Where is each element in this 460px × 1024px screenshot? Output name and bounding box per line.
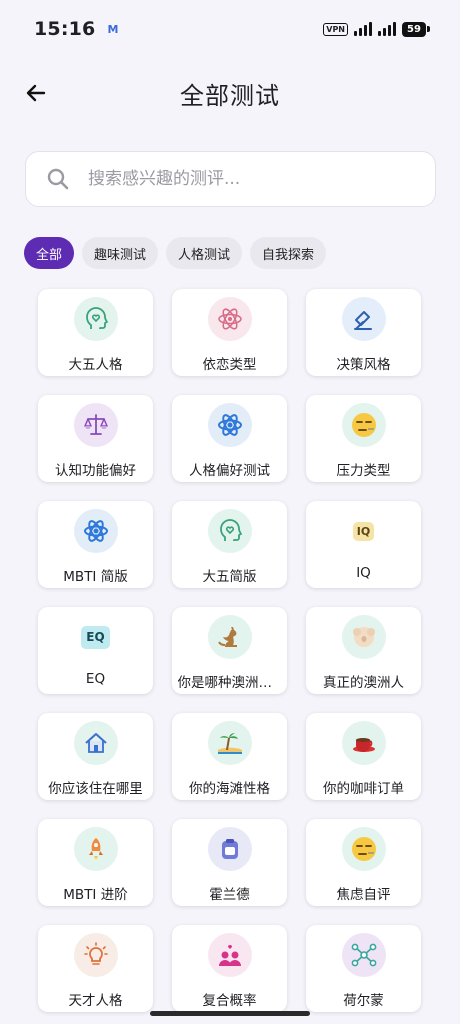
tab-self-exploration[interactable]: 自我探索 xyxy=(250,237,327,269)
test-label: 你的咖啡订单 xyxy=(323,781,404,797)
test-card[interactable]: 天才人格 xyxy=(38,925,153,1012)
test-card[interactable]: 你的咖啡订单 xyxy=(306,713,421,800)
koala-icon xyxy=(341,615,386,659)
test-card[interactable]: 决策风格 xyxy=(306,289,421,376)
test-label: 荷尔蒙 xyxy=(343,993,384,1009)
test-label: MBTI 简版 xyxy=(63,569,128,585)
test-card[interactable]: 焦虑自评 xyxy=(306,819,421,906)
home-indicator[interactable] xyxy=(150,1011,310,1016)
test-card[interactable]: 你的海滩性格 xyxy=(172,713,287,800)
couple-icon xyxy=(207,933,252,977)
test-card[interactable]: 荷尔蒙 xyxy=(306,925,421,1012)
search-input[interactable] xyxy=(88,169,435,189)
category-tabs: 全部 趣味测试 人格测试 自我探索 xyxy=(24,237,327,269)
test-label: 你应该住在哪里 xyxy=(48,781,143,797)
test-label: 霍兰德 xyxy=(209,887,250,903)
kangaroo-icon xyxy=(207,615,252,659)
search-icon xyxy=(47,168,69,190)
battery-icon: 59 xyxy=(402,21,430,37)
test-label: 你的海滩性格 xyxy=(189,781,270,797)
test-label: 认知功能偏好 xyxy=(55,463,136,479)
atom-blue-icon xyxy=(207,403,252,447)
header: 全部测试 xyxy=(0,66,460,120)
stressed-face-icon xyxy=(341,827,386,871)
house-icon xyxy=(73,721,118,765)
test-label: 大五人格 xyxy=(68,357,123,373)
test-label: 真正的澳洲人 xyxy=(323,675,404,691)
test-card[interactable]: EQ EQ xyxy=(38,607,153,694)
tab-personality-tests[interactable]: 人格测试 xyxy=(166,237,243,269)
tab-fun-tests[interactable]: 趣味测试 xyxy=(82,237,159,269)
test-card[interactable]: 人格偏好测试 xyxy=(172,395,287,482)
status-time: 15:16 xyxy=(34,18,96,40)
rocket-icon xyxy=(73,827,118,871)
tab-all[interactable]: 全部 xyxy=(24,237,75,269)
test-card[interactable]: 你是哪种澳洲动物 xyxy=(172,607,287,694)
scales-icon xyxy=(73,403,118,447)
head-heart-icon xyxy=(73,297,118,341)
test-card[interactable]: 大五人格 xyxy=(38,289,153,376)
test-label: 决策风格 xyxy=(336,357,391,373)
notification-icon: M xyxy=(107,22,119,36)
iq-icon-text: IQ xyxy=(352,521,375,541)
test-label: 复合概率 xyxy=(202,993,257,1009)
head-heart-icon xyxy=(207,509,252,553)
lightbulb-icon xyxy=(73,933,118,977)
test-card[interactable]: IQ IQ xyxy=(306,501,421,588)
signal-icon xyxy=(354,22,372,36)
test-grid: 大五人格 依恋类型 决策风格 认知功能偏好 人格偏好测试 压力类型 MBTI 简… xyxy=(38,289,423,1012)
test-card[interactable]: MBTI 简版 xyxy=(38,501,153,588)
beach-icon xyxy=(207,721,252,765)
test-card[interactable]: 依恋类型 xyxy=(172,289,287,376)
test-card[interactable]: 压力类型 xyxy=(306,395,421,482)
clipboard-icon xyxy=(207,827,252,871)
test-label: 焦虑自评 xyxy=(336,887,391,903)
molecule-icon xyxy=(341,933,386,977)
test-card[interactable]: 认知功能偏好 xyxy=(38,395,153,482)
iq-text-icon: IQ xyxy=(341,509,386,553)
atom-icon xyxy=(207,297,252,341)
eq-text-icon: EQ xyxy=(73,615,118,659)
test-label: 天才人格 xyxy=(68,993,123,1009)
status-bar: 15:16 M VPN 59 xyxy=(0,0,460,58)
test-label: 大五简版 xyxy=(202,569,257,585)
eq-icon-text: EQ xyxy=(81,625,110,649)
gavel-icon xyxy=(341,297,386,341)
test-label: IQ xyxy=(356,565,371,581)
vpn-icon: VPN xyxy=(323,22,348,36)
signal-icon xyxy=(378,22,396,36)
battery-level: 59 xyxy=(402,21,426,37)
test-card[interactable]: MBTI 进阶 xyxy=(38,819,153,906)
test-card[interactable]: 复合概率 xyxy=(172,925,287,1012)
test-label: 人格偏好测试 xyxy=(189,463,270,479)
back-button[interactable] xyxy=(18,75,54,111)
search-box[interactable] xyxy=(25,151,436,207)
test-label: 你是哪种澳洲动物 xyxy=(177,675,282,691)
test-card[interactable]: 你应该住在哪里 xyxy=(38,713,153,800)
test-card[interactable]: 大五简版 xyxy=(172,501,287,588)
test-label: MBTI 进阶 xyxy=(63,887,128,903)
test-card[interactable]: 霍兰德 xyxy=(172,819,287,906)
coffee-cup-icon xyxy=(341,721,386,765)
page-title: 全部测试 xyxy=(180,81,280,110)
test-label: 压力类型 xyxy=(336,463,391,479)
test-label: 依恋类型 xyxy=(202,357,257,373)
test-label: EQ xyxy=(85,671,106,687)
arrow-left-icon xyxy=(26,84,46,102)
test-card[interactable]: 真正的澳洲人 xyxy=(306,607,421,694)
stressed-face-icon xyxy=(341,403,386,447)
status-indicators: VPN 59 xyxy=(323,21,430,37)
atom-blue-icon xyxy=(73,509,118,553)
